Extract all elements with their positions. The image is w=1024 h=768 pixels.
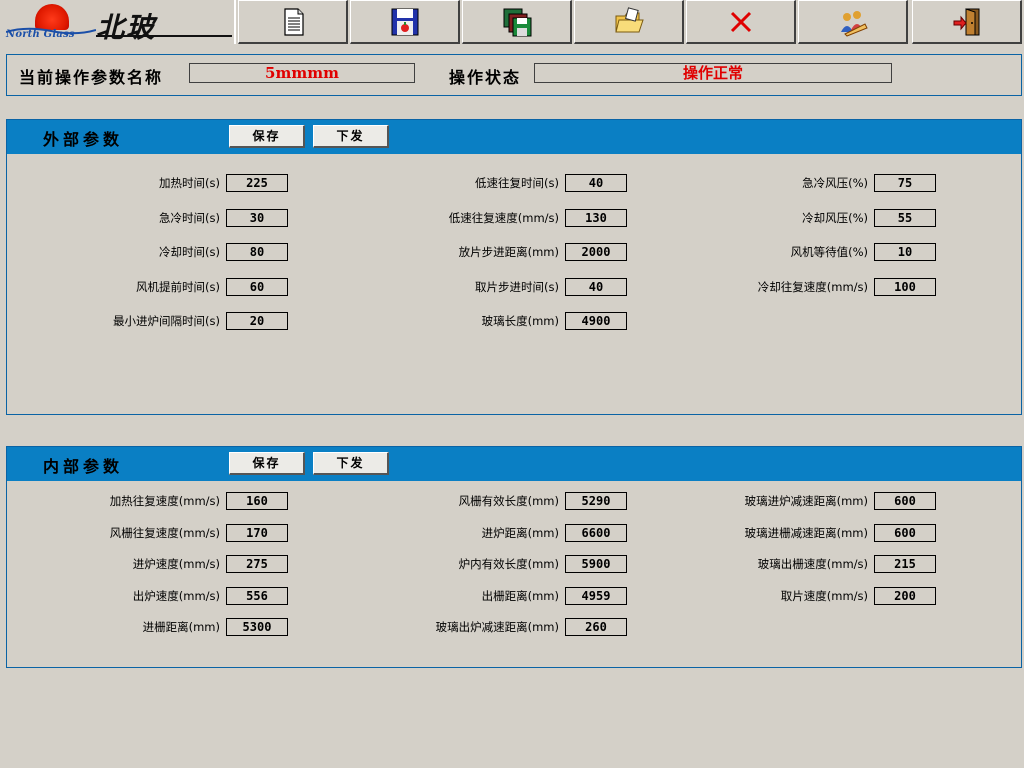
exit-button[interactable] (912, 0, 1022, 44)
delete-x-icon (730, 11, 751, 32)
param-name-label: 当前操作参数名称 (19, 68, 164, 87)
open-button[interactable] (574, 0, 684, 44)
external-params-title: 外部参数 (43, 130, 124, 149)
op-state-value: 操作正常 (534, 63, 892, 83)
save-disk-icon (391, 8, 418, 35)
internal-params-title: 内部参数 (43, 457, 124, 476)
param-value-input[interactable]: 260 (565, 618, 627, 637)
op-state-label: 操作状态 (449, 68, 522, 87)
param-label: 玻璃出炉减速距离(mm) (435, 620, 559, 635)
multi-save-icon (503, 8, 531, 36)
param-value-input[interactable]: 100 (874, 277, 936, 296)
param-value-input[interactable]: 600 (874, 492, 936, 510)
company-logo: North Glass 北玻 (0, 0, 236, 44)
logo-brand-cn: 北玻 (96, 11, 157, 44)
internal-params-header: 内部参数 保存 下发 (7, 447, 1021, 481)
status-panel: 当前操作参数名称 5mmmm 操作状态 操作正常 (6, 54, 1022, 96)
document-icon (283, 7, 304, 36)
exit-door-icon (953, 7, 979, 35)
logo-brand-en: North Glass (6, 29, 75, 40)
delete-button[interactable] (686, 0, 796, 44)
param-value-input[interactable]: 215 (874, 555, 936, 574)
param-name-value: 5mmmm (189, 63, 415, 83)
param-field: 玻璃出炉减速距离(mm) 260 (7, 618, 627, 637)
param-field: 玻璃进栅减速距离(mm) 600 (7, 523, 936, 542)
param-field: 冷却往复速度(mm/s) 100 (7, 277, 936, 296)
param-label: 风机等待值(%) (790, 245, 868, 260)
external-params-header: 外部参数 保存 下发 (7, 120, 1021, 154)
param-label: 玻璃长度(mm) (481, 314, 559, 329)
param-field: 风机等待值(%) 10 (7, 243, 936, 262)
users-icon (840, 10, 868, 37)
logo-underline (96, 35, 232, 37)
param-value-input[interactable]: 4900 (565, 312, 627, 331)
param-field: 急冷风压(%) 75 (7, 174, 936, 192)
param-label: 玻璃出栅速度(mm/s) (757, 557, 868, 572)
param-value-input[interactable]: 200 (874, 586, 936, 605)
new-document-button[interactable] (238, 0, 348, 44)
param-label: 玻璃进炉减速距离(mm) (744, 494, 868, 508)
param-field: 取片速度(mm/s) 200 (7, 586, 936, 605)
param-field: 玻璃进炉减速距离(mm) 600 (7, 492, 936, 510)
save-as-button[interactable] (462, 0, 572, 44)
internal-save-button[interactable]: 保存 (229, 452, 305, 475)
users-button[interactable] (798, 0, 908, 44)
internal-send-button[interactable]: 下发 (313, 452, 389, 475)
param-field: 玻璃长度(mm) 4900 (7, 312, 627, 331)
param-value-input[interactable]: 600 (874, 523, 936, 542)
param-value-input[interactable]: 10 (874, 243, 936, 262)
param-label: 冷却往复速度(mm/s) (757, 279, 868, 294)
param-value-input[interactable]: 75 (874, 174, 936, 192)
param-label: 玻璃进栅减速距离(mm) (744, 525, 868, 540)
param-label: 冷却风压(%) (802, 210, 868, 225)
param-value-input[interactable]: 55 (874, 208, 936, 227)
param-label: 取片速度(mm/s) (780, 588, 868, 603)
param-label: 急冷风压(%) (802, 176, 868, 190)
param-field: 玻璃出栅速度(mm/s) 215 (7, 555, 936, 574)
external-save-button[interactable]: 保存 (229, 125, 305, 148)
save-button[interactable] (350, 0, 460, 44)
open-folder-icon (614, 6, 644, 32)
toolbar: North Glass 北玻 (0, 0, 1024, 46)
internal-params-section: 内部参数 保存 下发 加热往复速度(mm/s) 160 风栅往复速度(mm/s) 17… (6, 446, 1022, 668)
param-field: 冷却风压(%) 55 (7, 208, 936, 227)
external-send-button[interactable]: 下发 (313, 125, 389, 148)
external-params-section: 外部参数 保存 下发 加热时间(s) 225 急冷时间(s) 30 冷却时间(s) 80 风… (6, 119, 1022, 415)
